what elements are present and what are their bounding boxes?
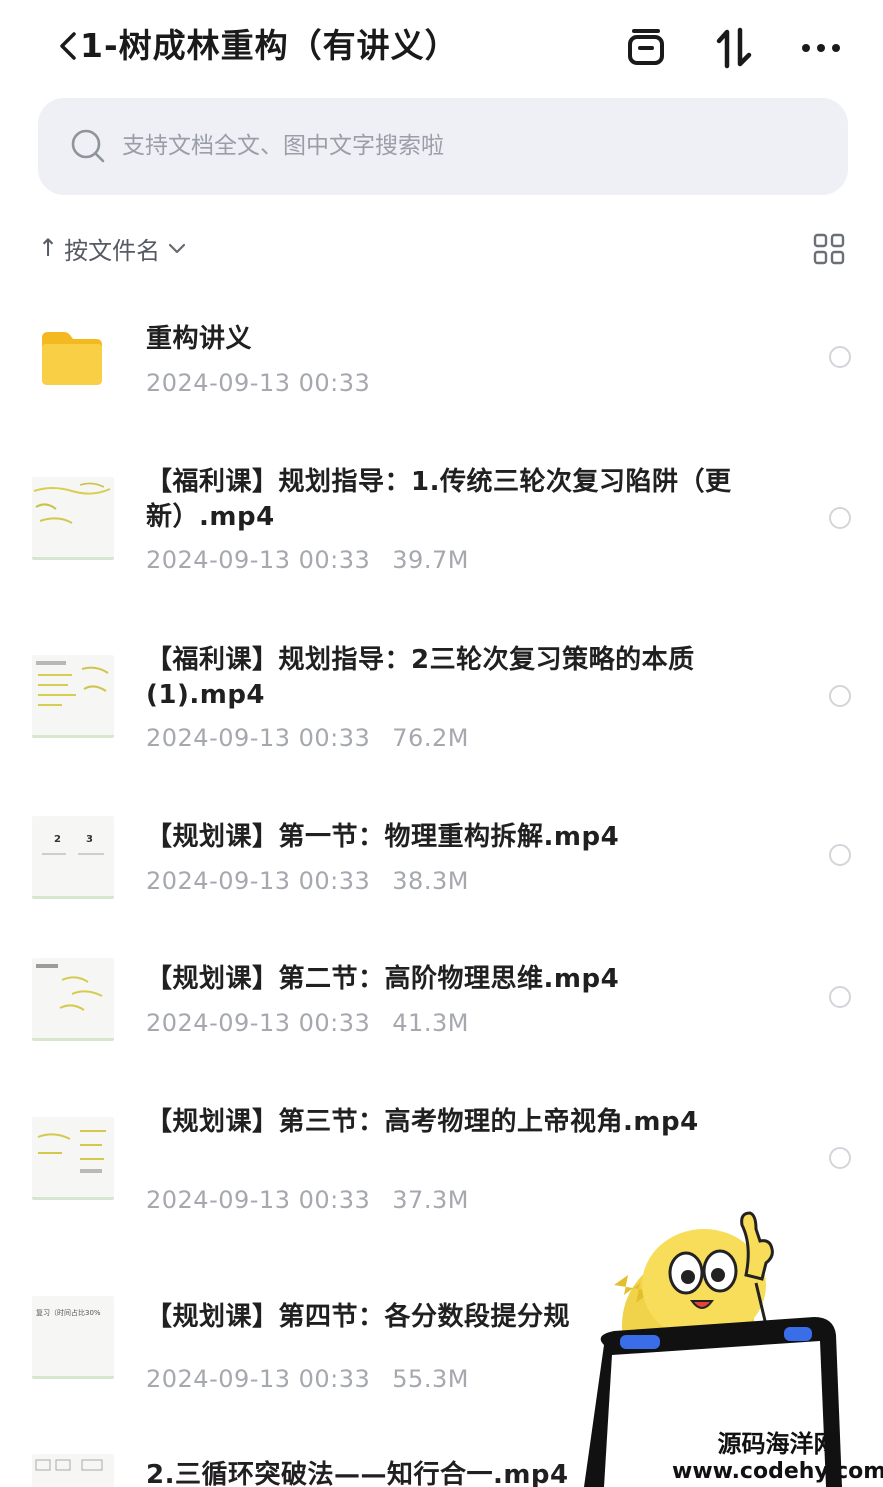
view-toggle-button[interactable]: [812, 232, 846, 266]
file-date: 2024-09-13 00:33: [146, 1009, 371, 1037]
file-name: 【规划课】第二节：高阶物理思维.mp4: [146, 964, 620, 994]
file-meta: 2024-09-13 00:33 37.3M: [146, 1185, 469, 1215]
video-thumbnail: [32, 477, 114, 560]
select-radio[interactable]: [829, 685, 851, 707]
watermark-line1: 源码海洋网: [717, 1430, 838, 1458]
video-thumbnail: 2 3: [32, 816, 114, 899]
sort-dropdown[interactable]: ↑ 按文件名: [38, 228, 188, 268]
archive-button[interactable]: [622, 24, 670, 72]
back-button[interactable]: [56, 28, 80, 64]
file-date: 2024-09-13 00:33: [146, 1365, 371, 1393]
select-radio[interactable]: [829, 986, 851, 1008]
file-name: 【福利课】规划指导：1.传统三轮次复习陷阱（更新）.mp4: [146, 467, 732, 532]
video-thumbnail: [32, 1117, 114, 1200]
file-date: 2024-09-13 00:33: [146, 1186, 371, 1214]
file-meta: 2024-09-13 00:33: [146, 368, 370, 398]
video-thumbnail: [32, 655, 114, 738]
video-thumbnail: [32, 1454, 114, 1487]
search-input[interactable]: 支持文档全文、图中文字搜索啦: [38, 98, 848, 195]
file-row-folder[interactable]: 重构讲义 2024-09-13 00:33: [0, 300, 883, 420]
file-size: 38.3M: [392, 867, 469, 895]
file-name: 【福利课】规划指导：2三轮次复习策略的本质 (1).mp4: [146, 645, 695, 710]
file-size: 41.3M: [392, 1009, 469, 1037]
archive-icon: [628, 29, 664, 65]
folder-icon: [42, 332, 102, 385]
thumbnail-text: 复习（时间占比30%: [36, 1309, 101, 1317]
sort-direction-arrow: ↑: [38, 234, 59, 262]
chevron-left-icon: [60, 32, 76, 60]
file-name: 【规划课】第一节：物理重构拆解.mp4: [146, 822, 620, 852]
watermark-line2: www.codehy.com: [672, 1459, 883, 1484]
file-date: 2024-09-13 00:33: [146, 867, 371, 895]
file-date: 2024-09-13 00:33: [146, 724, 371, 752]
page-title: 1-树成林重构（有讲义）: [80, 26, 459, 65]
more-icon: [802, 44, 840, 52]
file-meta: 2024-09-13 00:33 55.3M: [146, 1364, 469, 1394]
select-radio[interactable]: [829, 346, 851, 368]
file-row[interactable]: 2 3 【规划课】第一节：物理重构拆解.mp4 2024-09-13 00:33…: [0, 810, 883, 920]
file-size: 76.2M: [392, 724, 469, 752]
file-size: 55.3M: [392, 1365, 469, 1393]
select-radio[interactable]: [829, 844, 851, 866]
watermark: 源码海洋网 www.codehy.com: [672, 1430, 883, 1486]
select-radio[interactable]: [829, 507, 851, 529]
file-meta: 2024-09-13 00:33 39.7M: [146, 545, 469, 575]
search-placeholder: 支持文档全文、图中文字搜索啦: [122, 133, 444, 159]
file-size: 37.3M: [392, 1186, 469, 1214]
file-meta: 2024-09-13 00:33 41.3M: [146, 1008, 469, 1038]
more-button[interactable]: [797, 24, 845, 72]
select-radio[interactable]: [829, 1147, 851, 1169]
file-row[interactable]: 【规划课】第二节：高阶物理思维.mp4 2024-09-13 00:33 41.3…: [0, 952, 883, 1062]
top-bar: 1-树成林重构（有讲义）: [0, 0, 883, 96]
video-thumbnail: [32, 958, 114, 1041]
file-row[interactable]: 【福利课】规划指导：1.传统三轮次复习陷阱（更新）.mp4 2024-09-13…: [0, 455, 883, 595]
file-name: 【规划课】第三节：高考物理的上帝视角.mp4: [146, 1107, 699, 1137]
file-date: 2024-09-13 00:33: [146, 369, 371, 397]
file-meta: 2024-09-13 00:33 76.2M: [146, 723, 469, 753]
file-name: 重构讲义: [146, 324, 253, 354]
search-icon: [71, 129, 105, 163]
video-thumbnail: 复习（时间占比30%: [32, 1296, 114, 1379]
chevron-down-icon: [169, 243, 186, 254]
sort-label: 按文件名: [64, 236, 161, 265]
file-meta: 2024-09-13 00:33 38.3M: [146, 866, 469, 896]
sort-button[interactable]: [710, 24, 758, 72]
file-date: 2024-09-13 00:33: [146, 546, 371, 574]
file-row[interactable]: 【福利课】规划指导：2三轮次复习策略的本质 (1).mp4 2024-09-13…: [0, 633, 883, 773]
grid-view-icon: [813, 233, 845, 265]
sort-arrows-icon: [716, 27, 752, 69]
file-size: 39.7M: [392, 546, 469, 574]
